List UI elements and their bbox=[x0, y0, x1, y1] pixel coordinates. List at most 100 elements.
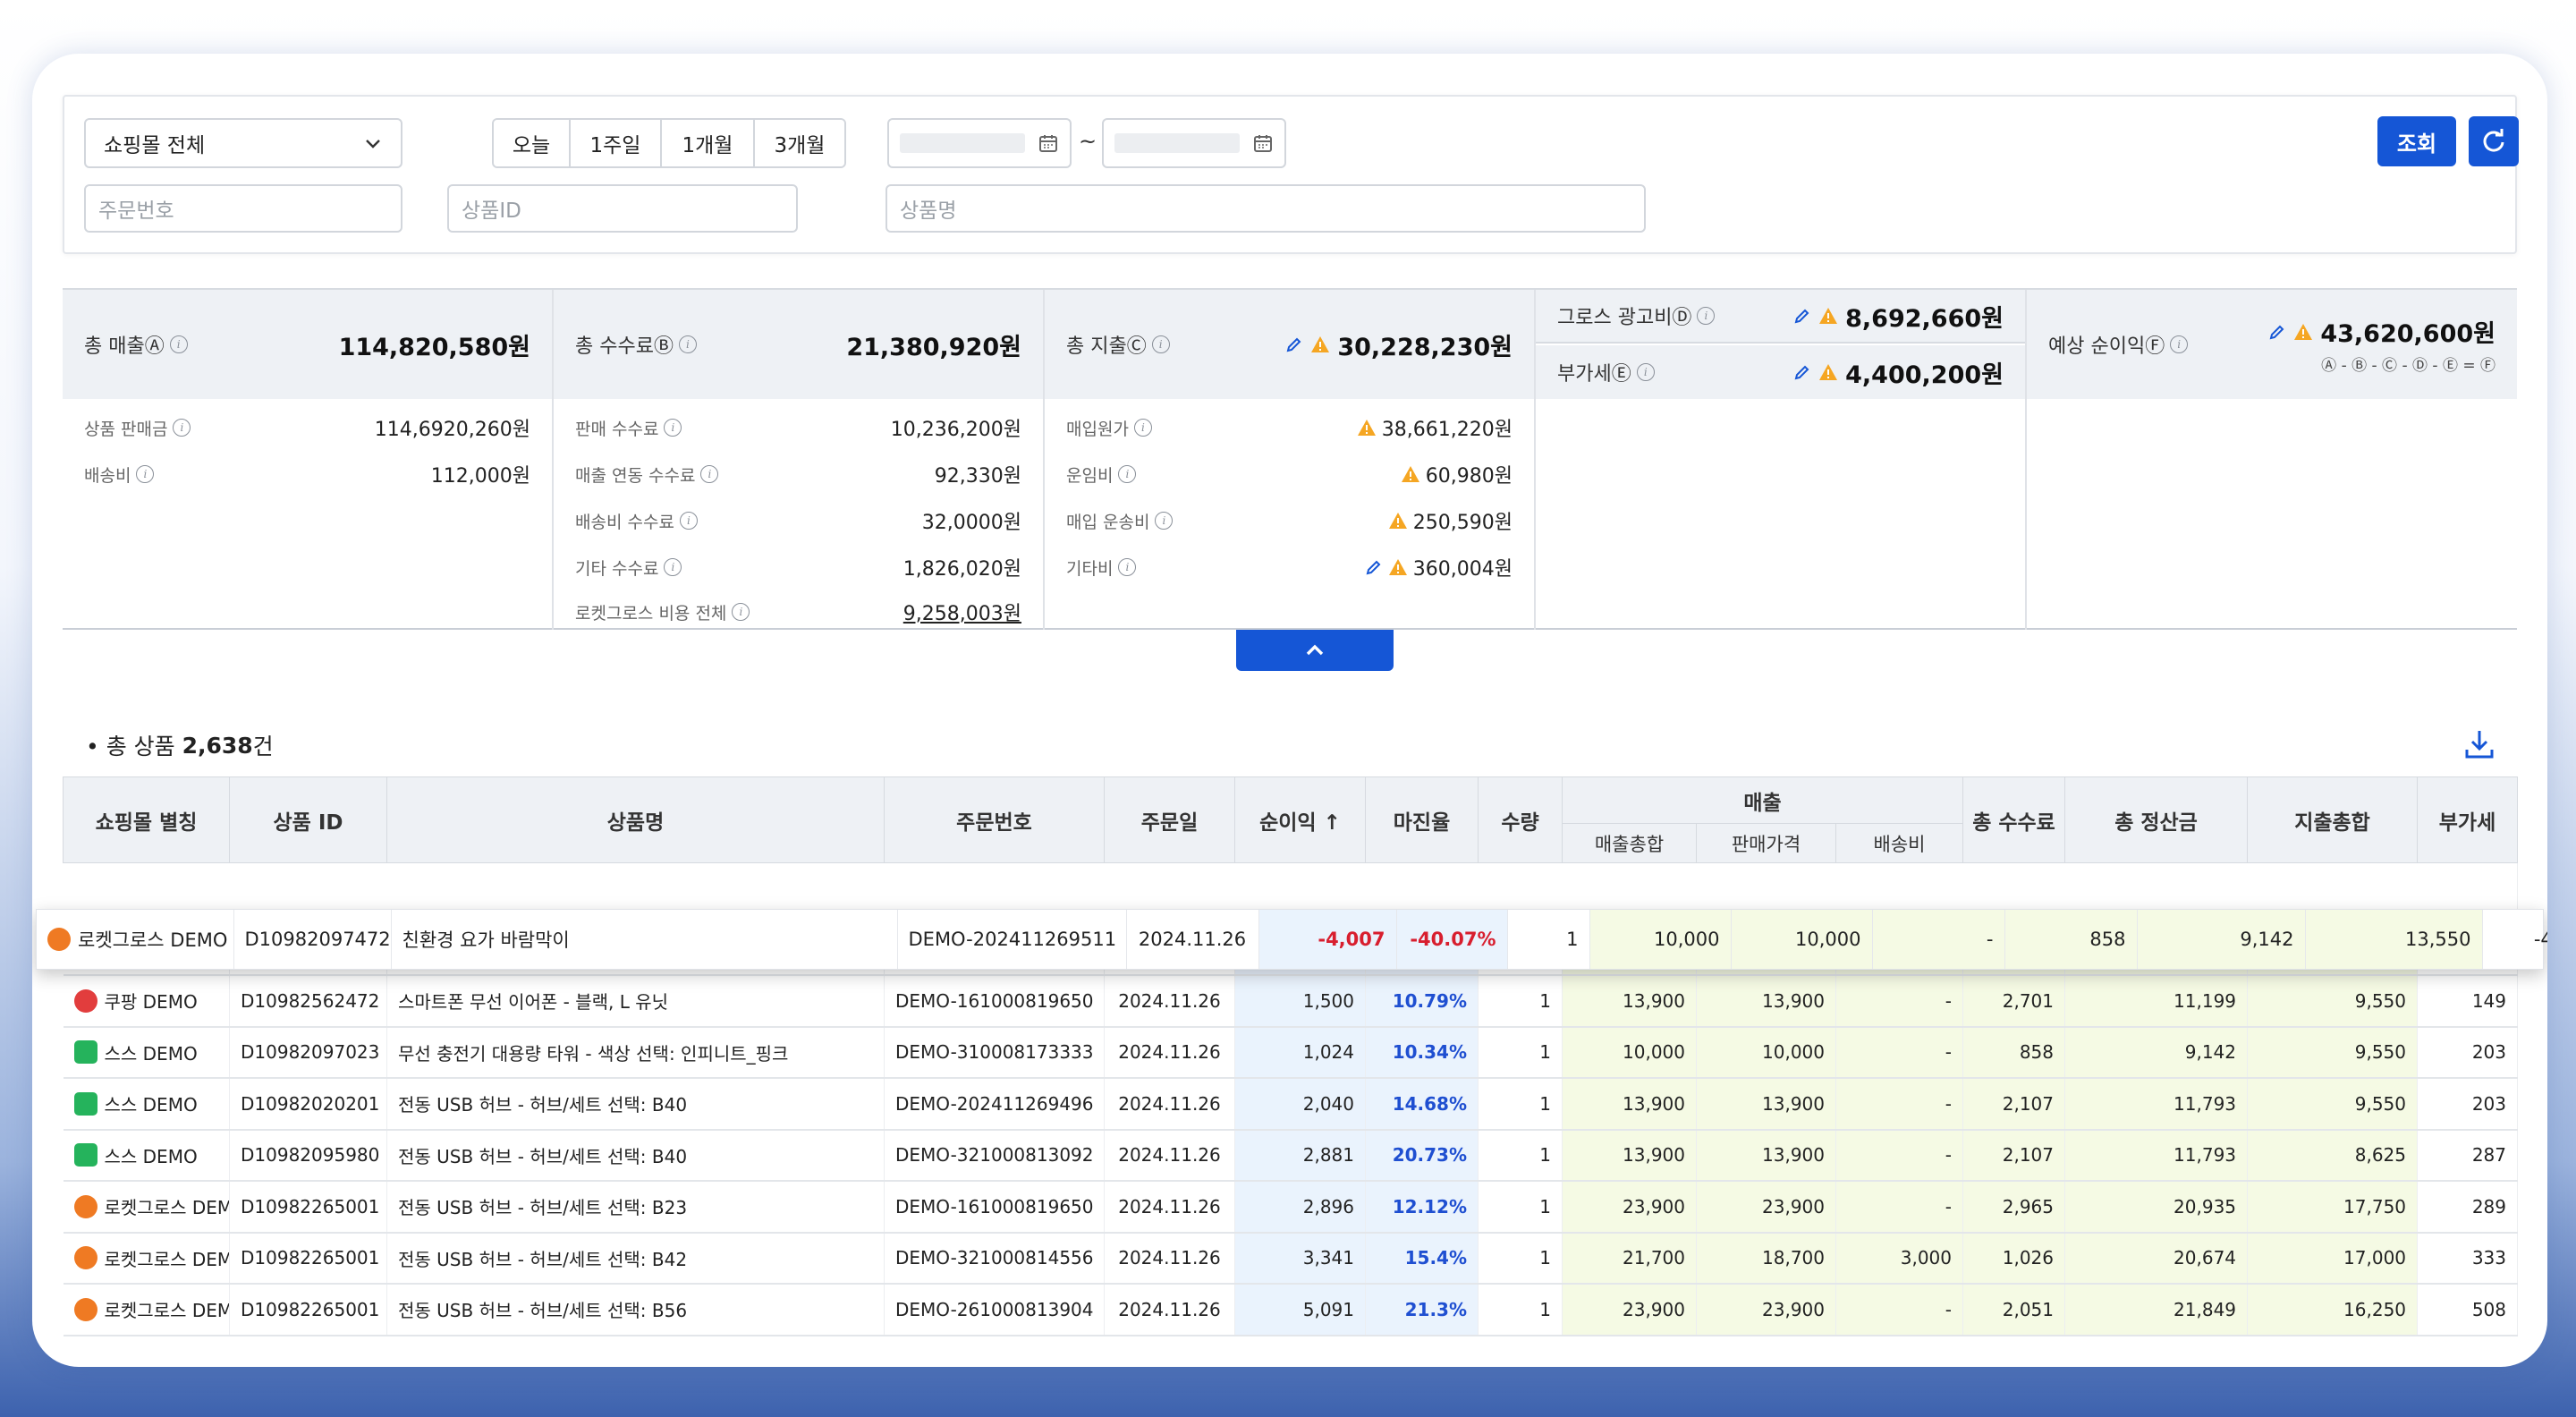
fees-total: 21,380,920원 bbox=[846, 333, 1021, 361]
date-range-separator: ~ bbox=[1079, 129, 1097, 154]
order-number-input[interactable]: 주문번호 bbox=[84, 184, 402, 233]
cell-order: DEMO-321000814556 bbox=[884, 1232, 1105, 1285]
table-row[interactable]: 로켓그로스 DEMOD10982265001전동 USB 허브 - 허브/세트 … bbox=[63, 1284, 2519, 1336]
info-icon[interactable]: i bbox=[1155, 512, 1174, 530]
table-row[interactable]: 스스 DEMO D10982020201 전동 USB 허브 - 허브/세트 선택:… bbox=[63, 1078, 2519, 1131]
info-icon[interactable]: i bbox=[1118, 558, 1137, 576]
info-icon[interactable]: i bbox=[678, 335, 697, 353]
refresh-icon bbox=[2483, 129, 2504, 152]
col-profit-header[interactable]: 순이익 ↑ bbox=[1234, 776, 1366, 863]
ad-label: 그로스 광고비Ⓓ bbox=[1557, 307, 1692, 329]
info-icon[interactable]: i bbox=[732, 603, 750, 621]
table-row[interactable]: 스스 DEMO D10982095980 전동 USB 허브 - 허브/세트 선택:… bbox=[63, 1129, 2519, 1182]
mall-name: 로켓그로스 DEMO bbox=[78, 929, 228, 951]
cell-margin: 12.12% bbox=[1365, 1181, 1479, 1234]
stat-label: 매입 운송비 bbox=[1066, 512, 1150, 532]
start-date-input[interactable] bbox=[887, 118, 1072, 168]
info-icon[interactable]: i bbox=[169, 335, 188, 353]
period-today-button[interactable]: 오늘 bbox=[494, 120, 571, 166]
stat-label: 매입원가 bbox=[1066, 419, 1129, 439]
cell-spend: 8,625 bbox=[2247, 1129, 2419, 1182]
period-3month-button[interactable]: 3개월 bbox=[755, 120, 844, 166]
table-row[interactable]: 로켓그로스 DEMOD10982265001전동 USB 허브 - 허브/세트 … bbox=[63, 1181, 2519, 1234]
cell-profit: 2,896 bbox=[1234, 1181, 1366, 1234]
rocketgrowth-cost-link[interactable]: 9,258,003원 bbox=[903, 598, 1021, 626]
download-icon[interactable] bbox=[2462, 726, 2497, 762]
highlighted-row[interactable]: 로켓그로스 DEMO D10982097472 친환경 요가 바람막이 DEMO… bbox=[36, 909, 2547, 970]
cell-ship: - bbox=[1835, 1284, 1964, 1336]
period-1month-button[interactable]: 1개월 bbox=[662, 120, 755, 166]
search-button[interactable]: 조회 bbox=[2377, 116, 2456, 166]
refresh-button[interactable] bbox=[2469, 116, 2519, 166]
edit-icon[interactable] bbox=[2268, 323, 2286, 341]
info-icon[interactable]: i bbox=[1697, 307, 1716, 325]
col-qty-header: 수량 bbox=[1478, 776, 1563, 863]
cell-margin: 15.4% bbox=[1365, 1232, 1479, 1285]
cell-spend: 13,550 bbox=[2305, 910, 2483, 969]
stat-value: 112,000원 bbox=[430, 465, 530, 488]
app-window: 쇼핑몰 전체 오늘 1주일 1개월 3개월 ~ 조회 주문번호 상품ID 상품명… bbox=[32, 54, 2547, 1367]
cell-spend: 17,750 bbox=[2247, 1181, 2419, 1234]
cell-spend: 9,550 bbox=[2247, 975, 2419, 1028]
edit-icon[interactable] bbox=[1793, 363, 1811, 381]
cell-ship: - bbox=[1835, 1129, 1964, 1182]
cell-fee: 2,051 bbox=[1962, 1284, 2066, 1336]
cell-fee: 2,107 bbox=[1962, 1078, 2066, 1131]
info-icon[interactable]: i bbox=[173, 419, 191, 437]
table-row[interactable]: 로켓그로스 DEMOD10982265001전동 USB 허브 - 허브/세트 … bbox=[63, 1232, 2519, 1285]
end-date-value bbox=[1114, 133, 1240, 153]
info-icon[interactable]: i bbox=[2170, 335, 2189, 353]
spend-total: 30,228,230원 bbox=[1337, 333, 1513, 361]
product-id-input[interactable]: 상품ID bbox=[447, 184, 798, 233]
cell-ship: 3,000 bbox=[1835, 1232, 1964, 1285]
info-icon[interactable]: i bbox=[664, 558, 682, 576]
mall-select[interactable]: 쇼핑몰 전체 bbox=[84, 118, 402, 168]
cell-sales: 23,900 bbox=[1562, 1181, 1697, 1234]
fees-card: 총 수수료Ⓑ i 21,380,920원 판매 수수료 i 10,236,200원 매… bbox=[554, 290, 1045, 630]
table-row[interactable]: 쿠팡 DEMO D10982562472 스마트폰 무선 이어폰 - 블랙, L 유… bbox=[63, 975, 2519, 1028]
edit-icon[interactable] bbox=[1365, 558, 1383, 576]
calendar-icon[interactable] bbox=[1038, 132, 1059, 154]
info-icon[interactable]: i bbox=[1151, 335, 1170, 353]
order-number-placeholder: 주문번호 bbox=[98, 199, 174, 223]
edit-icon[interactable] bbox=[1285, 335, 1303, 353]
cell-pid: D10982097472 bbox=[233, 910, 392, 969]
info-icon[interactable]: i bbox=[1636, 363, 1655, 381]
spend-header: 총 지출Ⓒ i 30,228,230원 bbox=[1045, 290, 1534, 399]
cell-date: 2024.11.26 bbox=[1104, 1078, 1235, 1131]
stat-row: 판매 수수료 i 10,236,200원 bbox=[575, 412, 1021, 444]
cell-qty: 1 bbox=[1478, 1181, 1563, 1234]
info-icon[interactable]: i bbox=[679, 512, 698, 530]
cell-mall: 로켓그로스 DEMO bbox=[63, 1232, 230, 1285]
cell-profit: -4,007 bbox=[1258, 910, 1397, 969]
cell-settle: 20,935 bbox=[2064, 1181, 2249, 1234]
cell-settle: 11,793 bbox=[2064, 1129, 2249, 1182]
mall-name: 스스 DEMO bbox=[104, 1145, 198, 1167]
end-date-input[interactable] bbox=[1102, 118, 1286, 168]
info-icon[interactable]: i bbox=[1133, 419, 1152, 437]
stat-label: 기타 수수료 bbox=[575, 558, 659, 579]
col-pid-header: 상품 ID bbox=[229, 776, 387, 863]
collapse-stats-button[interactable] bbox=[1236, 630, 1394, 671]
cell-pid: D10982265001 bbox=[229, 1284, 387, 1336]
info-icon[interactable]: i bbox=[700, 465, 719, 483]
info-icon[interactable]: i bbox=[664, 419, 682, 437]
col-price-header: 판매가격 bbox=[1696, 823, 1836, 863]
info-icon[interactable]: i bbox=[136, 465, 155, 483]
period-week-button[interactable]: 1주일 bbox=[571, 120, 662, 166]
cell-vat: 203 bbox=[2417, 1026, 2519, 1079]
cell-settle: 11,199 bbox=[2064, 975, 2249, 1028]
edit-icon[interactable] bbox=[1793, 307, 1811, 325]
ad-header: 그로스 광고비Ⓓ i 8,692,660원 bbox=[1536, 290, 2025, 344]
product-name-input[interactable]: 상품명 bbox=[886, 184, 1646, 233]
info-icon[interactable]: i bbox=[1118, 465, 1137, 483]
cell-mall: 스스 DEMO bbox=[63, 1026, 230, 1079]
sort-arrow-up-icon[interactable]: ↑ bbox=[1324, 811, 1341, 835]
cell-margin: 10.79% bbox=[1365, 975, 1479, 1028]
start-date-value bbox=[900, 133, 1025, 153]
col-sales-group-header: 매출 bbox=[1561, 776, 1964, 824]
calendar-icon[interactable] bbox=[1252, 132, 1274, 154]
total-unit: 건 bbox=[252, 734, 274, 759]
table-row[interactable]: 스스 DEMO D10982097023 무선 충전기 대용량 타워 - 색상 선택… bbox=[63, 1026, 2519, 1079]
cell-spend: 16,250 bbox=[2247, 1284, 2419, 1336]
